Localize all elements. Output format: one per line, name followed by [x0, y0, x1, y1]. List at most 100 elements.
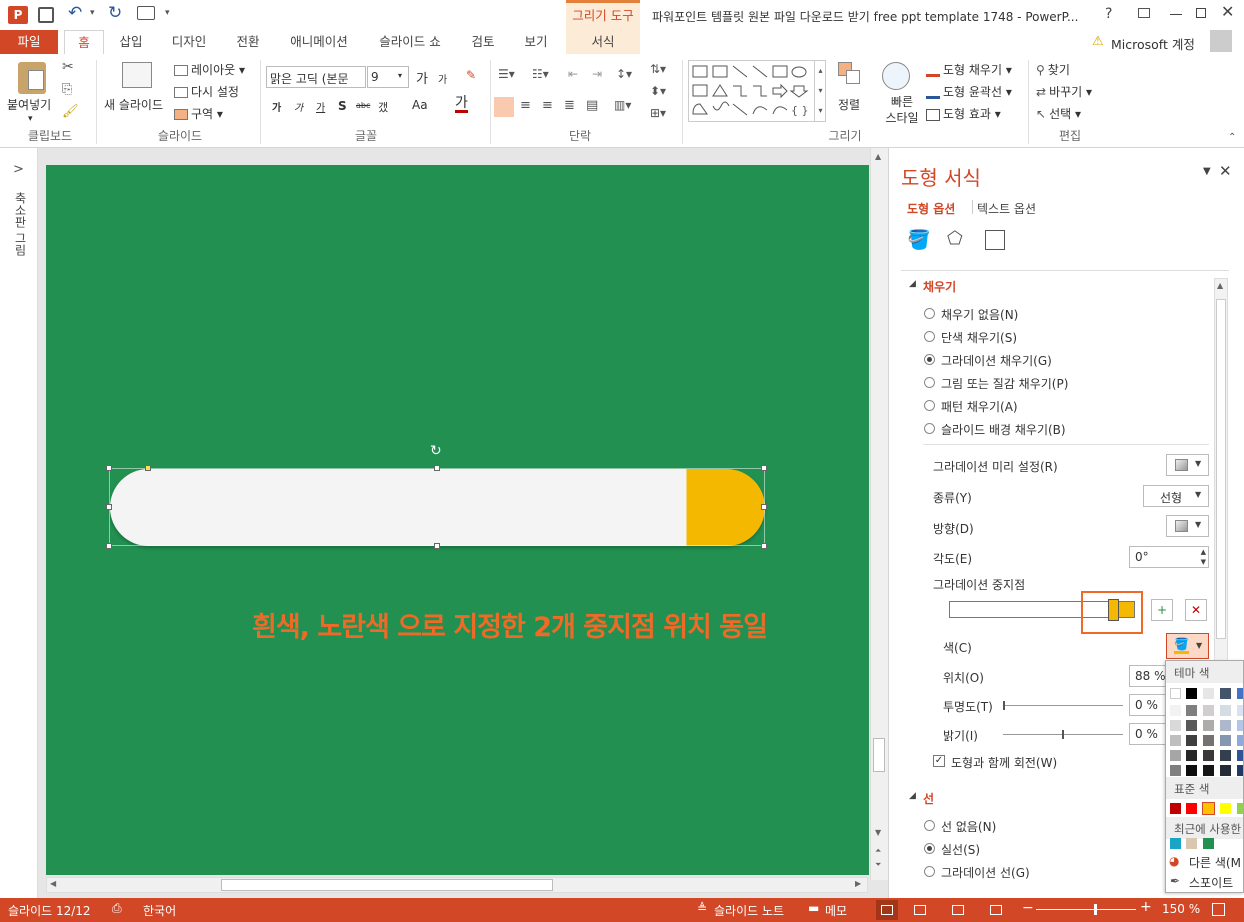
radio-solid-line[interactable] [924, 843, 935, 854]
language-label[interactable]: 한국어 [143, 902, 176, 919]
label-no-line[interactable]: 선 없음(N) [941, 818, 996, 835]
eyedropper-item[interactable]: 스포이트 [1189, 874, 1233, 891]
strikethrough-button[interactable]: abc [356, 101, 370, 110]
spellcheck-icon[interactable]: ⎙ [112, 901, 122, 916]
help-button[interactable]: ? [1105, 6, 1112, 22]
pane-options-icon[interactable]: ▼ [1203, 166, 1211, 177]
justify-icon[interactable]: ≣ [564, 98, 575, 113]
fill-color-button[interactable]: 🪣 ▼ [1166, 633, 1209, 659]
cut-icon[interactable]: ✂ [62, 59, 74, 75]
radio-gradient-fill[interactable] [924, 354, 935, 365]
radio-no-fill[interactable] [924, 308, 935, 319]
transparency-input[interactable]: 0 % [1129, 694, 1169, 716]
thumbnail-panel-label[interactable]: 축소판 그림 [12, 192, 29, 256]
layout-button[interactable]: 레이아웃 [191, 63, 235, 77]
new-slide-icon[interactable] [122, 62, 152, 88]
text-direction-icon[interactable]: ⇅▾ [650, 62, 666, 76]
handle-mr[interactable] [761, 504, 767, 510]
tab-view[interactable]: 보기 [516, 30, 556, 54]
smartart-icon[interactable]: ⊞▾ [650, 106, 666, 120]
tab-insert[interactable]: 삽입 [112, 30, 150, 54]
radio-no-line[interactable] [924, 820, 935, 831]
underline-button[interactable]: 가 [316, 99, 325, 114]
fill-collapse-icon[interactable]: ◢ [909, 279, 916, 289]
customize-qat-icon[interactable]: ▾ [165, 8, 170, 18]
arrange-icon[interactable] [838, 62, 862, 86]
font-size-select[interactable]: 9 ▾ [367, 66, 409, 88]
tab-format[interactable]: 서식 [566, 30, 640, 54]
slideshow-view-icon[interactable] [990, 905, 1002, 915]
shrink-font-button[interactable]: 가 [438, 71, 447, 86]
reading-view-icon[interactable] [952, 905, 964, 915]
fit-slide-icon[interactable] [1212, 903, 1225, 916]
copy-icon[interactable]: ⎘ [62, 82, 72, 97]
size-properties-icon[interactable] [985, 230, 1005, 250]
ribbon-display-icon[interactable] [1138, 8, 1150, 18]
line-spacing-icon[interactable]: ↕▾ [616, 67, 632, 81]
italic-button[interactable]: 가 [294, 99, 303, 114]
numbering-icon[interactable]: ☷▾ [532, 67, 549, 81]
fill-line-icon[interactable]: 🪣 [907, 228, 931, 251]
radio-pattern-fill[interactable] [924, 400, 935, 411]
label-gradient-fill[interactable]: 그라데이션 채우기(G) [941, 352, 1052, 369]
quick-styles-icon[interactable] [882, 62, 910, 90]
find-button[interactable]: 찾기 [1048, 63, 1070, 77]
align-left-icon[interactable] [494, 97, 514, 117]
radio-gradient-line[interactable] [924, 866, 935, 877]
position-input[interactable]: 88 % [1129, 665, 1169, 687]
new-slide-button[interactable]: 새 슬라이드 [104, 96, 163, 113]
clear-format-icon[interactable]: ✎ [466, 68, 476, 82]
close-window-button[interactable]: ✕ [1221, 2, 1234, 21]
slide-canvas[interactable]: ↻ 흰색, 노란색 으로 지정한 2개 중지점 위치 동일 [46, 165, 869, 875]
rotate-with-shape-label[interactable]: 도형과 함께 회전(W) [951, 754, 1057, 771]
rotate-handle-icon[interactable]: ↻ [430, 443, 442, 459]
shape-effects-button[interactable]: 도형 효과 [943, 107, 991, 121]
shape-outline-button[interactable]: 도형 윤곽선 [943, 85, 1002, 99]
handle-bl[interactable] [106, 543, 112, 549]
tab-slideshow[interactable]: 슬라이드 쇼 [370, 30, 450, 54]
line-collapse-icon[interactable]: ◢ [909, 791, 916, 801]
decrease-indent-icon[interactable]: ⇤ [568, 67, 578, 81]
zoom-slider[interactable] [1036, 904, 1136, 915]
bold-button[interactable]: 가 [272, 99, 281, 114]
columns-icon[interactable]: ▥▾ [614, 98, 631, 112]
direction-button[interactable]: ▼ [1166, 515, 1209, 537]
save-icon[interactable] [38, 7, 54, 23]
shadow-button[interactable]: S [338, 99, 347, 113]
zoom-out-icon[interactable]: − [1022, 900, 1034, 916]
avatar[interactable] [1210, 30, 1232, 52]
section-button[interactable]: 구역 [191, 107, 213, 121]
remove-stop-icon[interactable]: ✕ [1185, 599, 1207, 621]
align-text-icon[interactable]: ⬍▾ [650, 84, 666, 98]
font-color-button[interactable]: 가 [455, 96, 468, 113]
tab-file[interactable]: 파일 [0, 30, 58, 54]
grow-font-button[interactable]: 가 [416, 68, 428, 87]
align-right-icon[interactable]: ≡ [542, 98, 553, 113]
handle-tl[interactable] [106, 465, 112, 471]
horizontal-scrollbar[interactable]: ◀ ▶ [46, 877, 868, 893]
gradient-preset-button[interactable]: ▼ [1166, 454, 1209, 476]
redo-icon[interactable]: ↻ [108, 3, 122, 23]
line-section-header[interactable]: 선 [923, 790, 934, 807]
shape-fill-button[interactable]: 도형 채우기 [943, 63, 1002, 77]
handle-bm[interactable] [434, 543, 440, 549]
zoom-level[interactable]: 150 % [1162, 902, 1200, 916]
char-spacing-button[interactable]: 갰 [378, 99, 388, 115]
restore-button[interactable] [1196, 8, 1206, 18]
radio-background-fill[interactable] [924, 423, 935, 434]
label-no-fill[interactable]: 채우기 없음(N) [941, 306, 1018, 323]
normal-view-icon[interactable] [876, 900, 898, 920]
notes-button[interactable]: 슬라이드 노트 [714, 902, 784, 919]
slide-sorter-icon[interactable] [914, 905, 926, 915]
font-name-select[interactable]: 맑은 고딕 (본문 [266, 66, 366, 88]
label-pattern-fill[interactable]: 패턴 채우기(A) [941, 398, 1018, 415]
tab-home[interactable]: 홈 [64, 30, 104, 54]
tab-design[interactable]: 디자인 [164, 30, 214, 54]
tab-animations[interactable]: 애니메이션 [282, 30, 356, 54]
more-colors-item[interactable]: 다른 색(M [1189, 854, 1241, 871]
format-painter-icon[interactable]: 🖌 [62, 104, 79, 119]
brightness-slider[interactable] [1003, 730, 1123, 739]
angle-input[interactable]: 0° ▲ ▼ [1129, 546, 1209, 568]
zoom-in-icon[interactable]: + [1140, 899, 1152, 915]
tab-review[interactable]: 검토 [464, 30, 502, 54]
